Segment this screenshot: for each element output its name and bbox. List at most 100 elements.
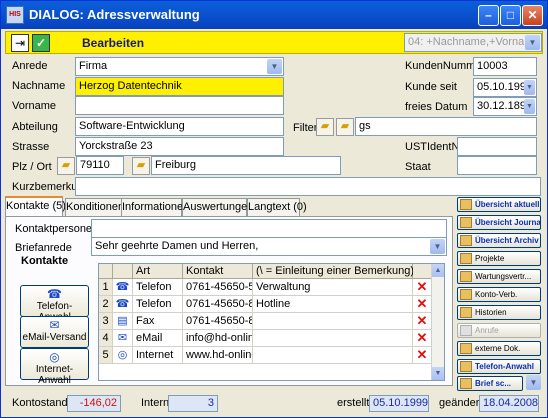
scroll-up-arrow[interactable]: ▲ xyxy=(432,264,444,277)
briefanrede-select[interactable]: Sehr geehrte Damen und Herren, ▼ xyxy=(91,237,447,256)
tab-kontakte[interactable]: Kontakte (5) xyxy=(5,196,66,216)
email-versand-button[interactable]: ✉ eMail-Versand xyxy=(20,316,89,348)
geaendert-label: geändert xyxy=(439,397,483,409)
telefon-anwahl-button[interactable]: ☎ Telefon-Anwahl xyxy=(20,285,89,323)
table-scrollbar[interactable]: ▲ ▼ xyxy=(431,264,444,380)
chevron-down-icon[interactable]: ▼ xyxy=(525,35,540,50)
brief-schreiben-button[interactable]: Brief sc... xyxy=(457,376,523,391)
chevron-down-icon[interactable]: ▼ xyxy=(524,99,535,114)
kontaktpersonen-field[interactable] xyxy=(91,219,447,238)
kontostand-label: Kontostand xyxy=(12,397,68,409)
strasse-label: Strasse xyxy=(12,141,50,153)
sort-order-select[interactable]: 04: +Nachname,+Vorname ▼ xyxy=(404,33,542,52)
delete-icon[interactable]: ✕ xyxy=(413,296,432,313)
delete-icon[interactable]: ✕ xyxy=(413,330,432,347)
ort-field[interactable]: Freiburg xyxy=(151,156,341,175)
delete-icon[interactable]: ✕ xyxy=(413,313,432,330)
uebersicht-journal-button[interactable]: Übersicht Journal xyxy=(457,215,541,230)
mode-label: Bearbeiten xyxy=(82,36,145,50)
internet-anwahl-label: Internet-Anwahl xyxy=(35,364,74,386)
overview-icon xyxy=(460,199,472,210)
chevron-down-icon[interactable]: ▼ xyxy=(524,80,535,95)
geaendert-value: 18.04.2008 xyxy=(479,395,539,412)
filter-icon[interactable]: ▰ xyxy=(316,118,334,136)
konto-verb-button[interactable]: Konto-Verb. xyxy=(457,287,541,302)
row-note xyxy=(253,330,413,347)
anrufe-button[interactable]: Anrufe xyxy=(457,323,541,338)
phone-icon xyxy=(460,361,472,372)
folder-icon[interactable]: ▰ xyxy=(132,157,150,175)
plz-field[interactable]: 79110 xyxy=(76,156,124,175)
delete-icon[interactable]: ✕ xyxy=(413,347,432,364)
externe-dok-button[interactable]: externe Dok. xyxy=(457,341,541,356)
abteilung-value: Software-Entwicklung xyxy=(79,120,185,132)
uebersicht-archiv-button[interactable]: Übersicht Archiv xyxy=(457,233,541,248)
email-icon: ✉ xyxy=(113,330,133,347)
abteilung-field[interactable]: Software-Entwicklung xyxy=(75,117,284,136)
kunde-seit-picker[interactable]: 05.10.1999 ▼ xyxy=(473,78,537,97)
scroll-down-arrow[interactable]: ▼ xyxy=(432,367,444,380)
chevron-down-icon[interactable]: ▼ xyxy=(430,239,445,254)
nachname-field[interactable]: Herzog Datentechnik xyxy=(75,77,284,96)
table-row[interactable]: 3 ▤ Fax 0761-45650-85 ✕ xyxy=(99,313,432,330)
fax-icon: ▤ xyxy=(113,313,133,330)
maximize-button[interactable]: □ xyxy=(500,5,521,26)
projekte-button[interactable]: Projekte xyxy=(457,251,541,266)
window-title: DIALOG: Adressverwaltung xyxy=(29,7,200,22)
wartungsvertraege-button[interactable]: Wartungsvertr... xyxy=(457,269,541,284)
folder-icon xyxy=(460,253,472,264)
close-button[interactable]: ✕ xyxy=(522,5,543,26)
anrufe-label: Anrufe xyxy=(475,326,499,335)
side-telefon-anwahl-button[interactable]: Telefon-Anwahl xyxy=(457,359,541,374)
plz-ort-label: Plz / Ort xyxy=(12,161,52,173)
row-kontakt: info@hd-online.de xyxy=(183,330,253,347)
letter-icon xyxy=(460,378,472,389)
globe-search-icon: ◎ xyxy=(49,350,60,364)
folder-icon[interactable]: ▰ xyxy=(336,118,354,136)
kundennummer-field[interactable]: 10003 xyxy=(473,57,537,76)
internet-anwahl-button[interactable]: ◎ Internet-Anwahl xyxy=(20,348,89,386)
freies-datum-label: freies Datum xyxy=(405,101,468,113)
chevron-down-icon[interactable]: ▼ xyxy=(526,375,541,390)
title-bar[interactable]: HIS DIALOG: Adressverwaltung – □ ✕ xyxy=(1,1,547,29)
tab-konditionen[interactable]: Konditionen xyxy=(65,198,124,216)
header-art[interactable]: Art xyxy=(133,264,183,279)
strasse-field[interactable]: Yorckstraße 23 xyxy=(75,137,284,156)
table-row[interactable]: 2 ☎ Telefon 0761-45650-86 Hotline ✕ xyxy=(99,296,432,313)
ustidentnr-field[interactable] xyxy=(457,137,537,156)
table-row[interactable]: 4 ✉ eMail info@hd-online.de ✕ xyxy=(99,330,432,347)
minimize-button[interactable]: – xyxy=(478,5,499,26)
header-kontakt[interactable]: Kontakt xyxy=(183,264,253,279)
table-row[interactable]: 1 ☎ Telefon 0761-45650-59 Verwaltung ✕ xyxy=(99,279,432,296)
checkmark-icon[interactable]: ✓ xyxy=(32,34,50,52)
anrede-select[interactable]: Firma ▼ xyxy=(75,57,284,76)
brief-dropdown[interactable]: ▼ xyxy=(524,375,541,392)
tab-auswertungen[interactable]: Auswertungen xyxy=(182,198,253,216)
uebersicht-journal-label: Übersicht Journal xyxy=(475,218,541,227)
row-note xyxy=(253,347,413,364)
header-note[interactable]: (\ = Einleitung einer Bemerkung) xyxy=(253,264,414,279)
vorname-field[interactable] xyxy=(75,96,284,115)
chevron-down-icon[interactable]: ▼ xyxy=(267,59,282,74)
kurzbemerkung-field[interactable] xyxy=(75,177,541,196)
filter-field[interactable]: gs xyxy=(355,117,537,136)
kontaktpersonen-label: Kontaktpersonen xyxy=(15,223,99,235)
briefanrede-label: Briefanrede xyxy=(15,242,72,254)
kunde-seit-label: Kunde seit xyxy=(405,81,457,93)
email-icon: ✉ xyxy=(49,318,60,332)
phone-icon: ☎ xyxy=(113,279,133,296)
historien-button[interactable]: Historien xyxy=(457,305,541,320)
uebersicht-aktuell-button[interactable]: Übersicht aktuell xyxy=(457,197,541,212)
freies-datum-picker[interactable]: 30.12.1899 ▼ xyxy=(473,97,537,116)
tab-langtext[interactable]: Langtext (0) xyxy=(247,198,307,216)
table-row[interactable]: 5 ◎ Internet www.hd-online.de ✕ xyxy=(99,347,432,364)
contacts-table[interactable]: Art Kontakt (\ = Einleitung einer Bemerk… xyxy=(98,263,445,381)
tab-informationen[interactable]: Informationen xyxy=(121,198,189,216)
folder-icon[interactable]: ▰ xyxy=(57,157,75,175)
erstellt-label: erstellt xyxy=(337,397,370,409)
staat-field[interactable] xyxy=(457,156,537,175)
delete-icon[interactable]: ✕ xyxy=(413,279,432,296)
kundennummer-value: 10003 xyxy=(477,60,508,72)
exit-icon[interactable]: ⇥ xyxy=(11,34,29,52)
side-telefon-anwahl-label: Telefon-Anwahl xyxy=(475,362,534,371)
